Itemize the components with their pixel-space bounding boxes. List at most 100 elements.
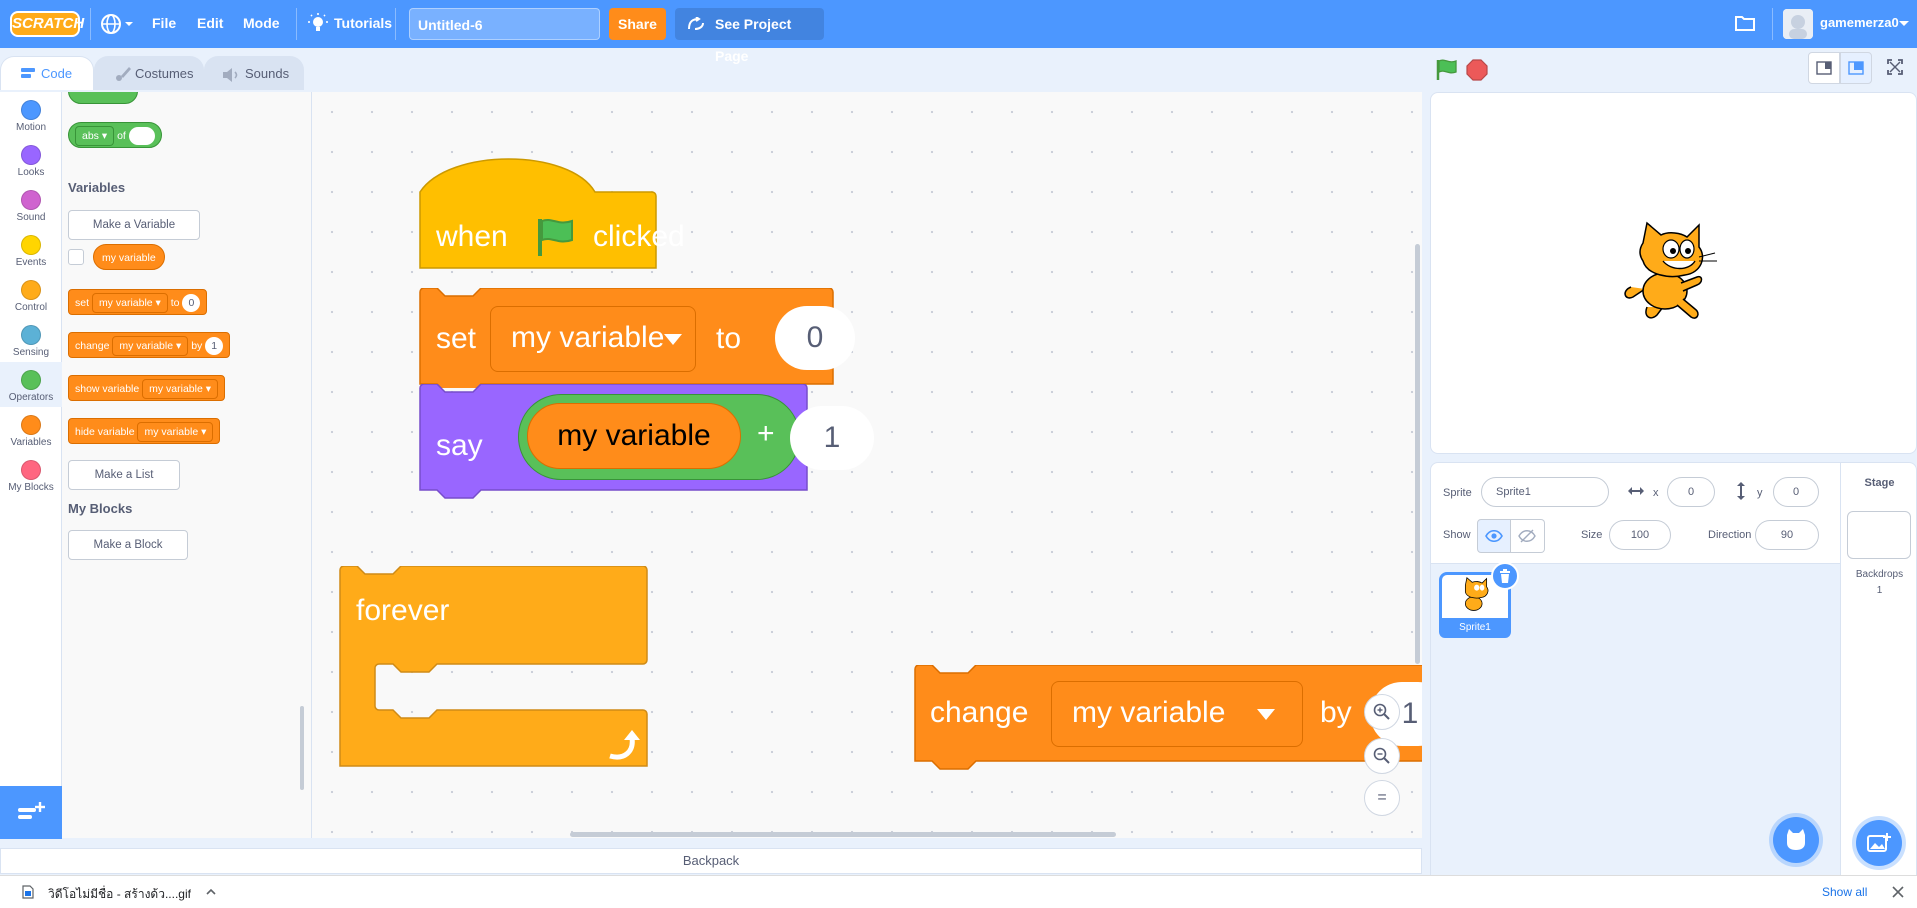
- scratch-cat-sprite[interactable]: [1621, 221, 1721, 331]
- fullscreen-button[interactable]: [1879, 52, 1911, 84]
- category-menu: Motion Looks Sound Events Control Sensin…: [0, 92, 62, 838]
- category-sensing[interactable]: Sensing: [0, 317, 62, 362]
- add-sprite-button[interactable]: [1773, 817, 1819, 863]
- make-list-button[interactable]: Make a List: [68, 460, 180, 490]
- edit-menu[interactable]: Edit: [197, 15, 223, 31]
- tab-code[interactable]: Code: [0, 56, 94, 90]
- category-color-dot: [21, 190, 41, 210]
- sprite-name-input[interactable]: Sprite1: [1481, 477, 1609, 507]
- variable-dropdown[interactable]: my variable ▾: [137, 422, 214, 443]
- hide-variable-block[interactable]: hide variable my variable ▾: [68, 418, 221, 444]
- variable-dropdown[interactable]: my variable ▾: [142, 379, 219, 400]
- set-label: set: [75, 297, 90, 309]
- operator-block-partial[interactable]: [68, 92, 138, 104]
- category-operators[interactable]: Operators: [0, 362, 62, 407]
- direction-input[interactable]: 90: [1755, 520, 1819, 550]
- addition-operator-block[interactable]: my variable +: [518, 394, 800, 480]
- tab-sounds[interactable]: Sounds: [204, 56, 304, 90]
- forever-label: forever: [356, 594, 450, 627]
- vertical-scrollbar[interactable]: [1415, 244, 1420, 664]
- math-function-dropdown[interactable]: abs ▾: [75, 126, 115, 147]
- variable-checkbox[interactable]: [68, 249, 84, 265]
- palette-scrollbar[interactable]: [300, 706, 304, 790]
- category-label: Sensing: [12, 347, 50, 358]
- category-my-blocks[interactable]: My Blocks: [0, 452, 62, 497]
- download-filename[interactable]: วิดีโอไม่มีชื่อ - สร้างด้ว....gif: [48, 885, 191, 904]
- divider: [1772, 8, 1773, 40]
- set-variable-block[interactable]: set my variable ▾ to 0: [68, 289, 208, 315]
- variable-dropdown[interactable]: my variable: [1051, 681, 1303, 747]
- avatar[interactable]: [1783, 9, 1813, 39]
- stop-icon[interactable]: [1466, 59, 1488, 81]
- zoom-reset-button[interactable]: =: [1364, 780, 1400, 816]
- stage-thumbnail[interactable]: [1847, 511, 1911, 559]
- vertical-arrows-icon: [1737, 482, 1745, 500]
- share-button[interactable]: Share: [609, 8, 666, 40]
- number-input[interactable]: [128, 127, 155, 146]
- backpack[interactable]: Backpack: [0, 848, 1422, 874]
- size-input[interactable]: 100: [1609, 520, 1671, 550]
- y-position-input[interactable]: 0: [1773, 477, 1819, 507]
- number-input[interactable]: 1: [790, 406, 874, 470]
- plus-operator: +: [757, 417, 775, 450]
- sprite-info-panel: Sprite Sprite1 x 0 y 0 Show Size 100 Dir…: [1430, 462, 1842, 564]
- variable-dropdown-value: my variable: [98, 297, 153, 310]
- username[interactable]: gamemerza0: [1820, 15, 1899, 30]
- category-events[interactable]: Events: [0, 227, 62, 272]
- horizontal-scrollbar[interactable]: [570, 832, 1116, 837]
- stage-selector[interactable]: Stage Backdrops 1: [1840, 462, 1917, 876]
- chevron-up-icon[interactable]: [206, 888, 216, 895]
- category-color-dot: [21, 100, 41, 120]
- project-title-input[interactable]: Untitled-6: [409, 8, 600, 40]
- abs-of-block[interactable]: abs ▾ of: [68, 122, 162, 148]
- eye-hidden-icon: [1518, 529, 1536, 543]
- category-control[interactable]: Control: [0, 272, 62, 317]
- see-project-page-button[interactable]: See Project Page: [675, 8, 824, 64]
- zoom-out-button[interactable]: [1364, 738, 1400, 774]
- variable-dropdown-value: my variable: [1072, 696, 1226, 729]
- category-sound[interactable]: Sound: [0, 182, 62, 227]
- delete-sprite-button[interactable]: [1491, 562, 1519, 590]
- variable-dropdown[interactable]: my variable ▾: [91, 293, 168, 314]
- variable-reporter[interactable]: my variable: [527, 403, 741, 469]
- change-variable-block[interactable]: change my variable ▾ by 1: [68, 332, 231, 358]
- variable-dropdown[interactable]: my variable: [490, 306, 696, 372]
- my-stuff-folder-icon[interactable]: [1734, 13, 1756, 33]
- value-input[interactable]: 0: [775, 306, 855, 370]
- chevron-down-icon[interactable]: [1899, 20, 1909, 28]
- close-icon[interactable]: [1892, 886, 1904, 898]
- category-looks[interactable]: Looks: [0, 137, 62, 182]
- hide-sprite-button[interactable]: [1511, 519, 1545, 553]
- scratch-logo[interactable]: SCRATCH: [10, 11, 84, 37]
- category-motion[interactable]: Motion: [0, 92, 62, 137]
- tab-costumes[interactable]: Costumes: [94, 56, 204, 90]
- x-position-input[interactable]: 0: [1667, 477, 1715, 507]
- stage[interactable]: [1430, 92, 1917, 454]
- variable-reporter[interactable]: my variable: [93, 244, 165, 270]
- file-menu[interactable]: File: [152, 15, 176, 31]
- trash-icon: [1500, 569, 1510, 583]
- add-extension-button[interactable]: [0, 786, 62, 839]
- small-stage-button[interactable]: [1808, 52, 1840, 84]
- large-stage-button[interactable]: [1840, 52, 1872, 84]
- value-input[interactable]: 0: [182, 294, 201, 313]
- green-flag-icon[interactable]: [1434, 58, 1458, 82]
- tutorials-button[interactable]: Tutorials: [308, 11, 408, 37]
- make-variable-button[interactable]: Make a Variable: [68, 210, 200, 240]
- category-variables[interactable]: Variables: [0, 407, 62, 452]
- mode-menu[interactable]: Mode: [243, 15, 280, 31]
- variable-dropdown[interactable]: my variable ▾: [112, 336, 189, 357]
- value-input[interactable]: 1: [205, 337, 224, 356]
- language-menu[interactable]: [100, 12, 136, 36]
- show-all-downloads[interactable]: Show all: [1822, 885, 1867, 899]
- script-workspace[interactable]: when clicked set my variable to 0 say my…: [312, 92, 1422, 838]
- show-variable-block[interactable]: show variable my variable ▾: [68, 375, 226, 401]
- change-label: change: [930, 696, 1029, 729]
- make-block-button[interactable]: Make a Block: [68, 530, 188, 560]
- add-backdrop-button[interactable]: [1856, 820, 1902, 866]
- to-label: to: [716, 322, 742, 355]
- show-sprite-button[interactable]: [1477, 519, 1511, 553]
- tab-costumes-label: Costumes: [135, 66, 194, 81]
- horizontal-arrows-icon: [1628, 487, 1644, 495]
- zoom-in-button[interactable]: [1364, 694, 1400, 730]
